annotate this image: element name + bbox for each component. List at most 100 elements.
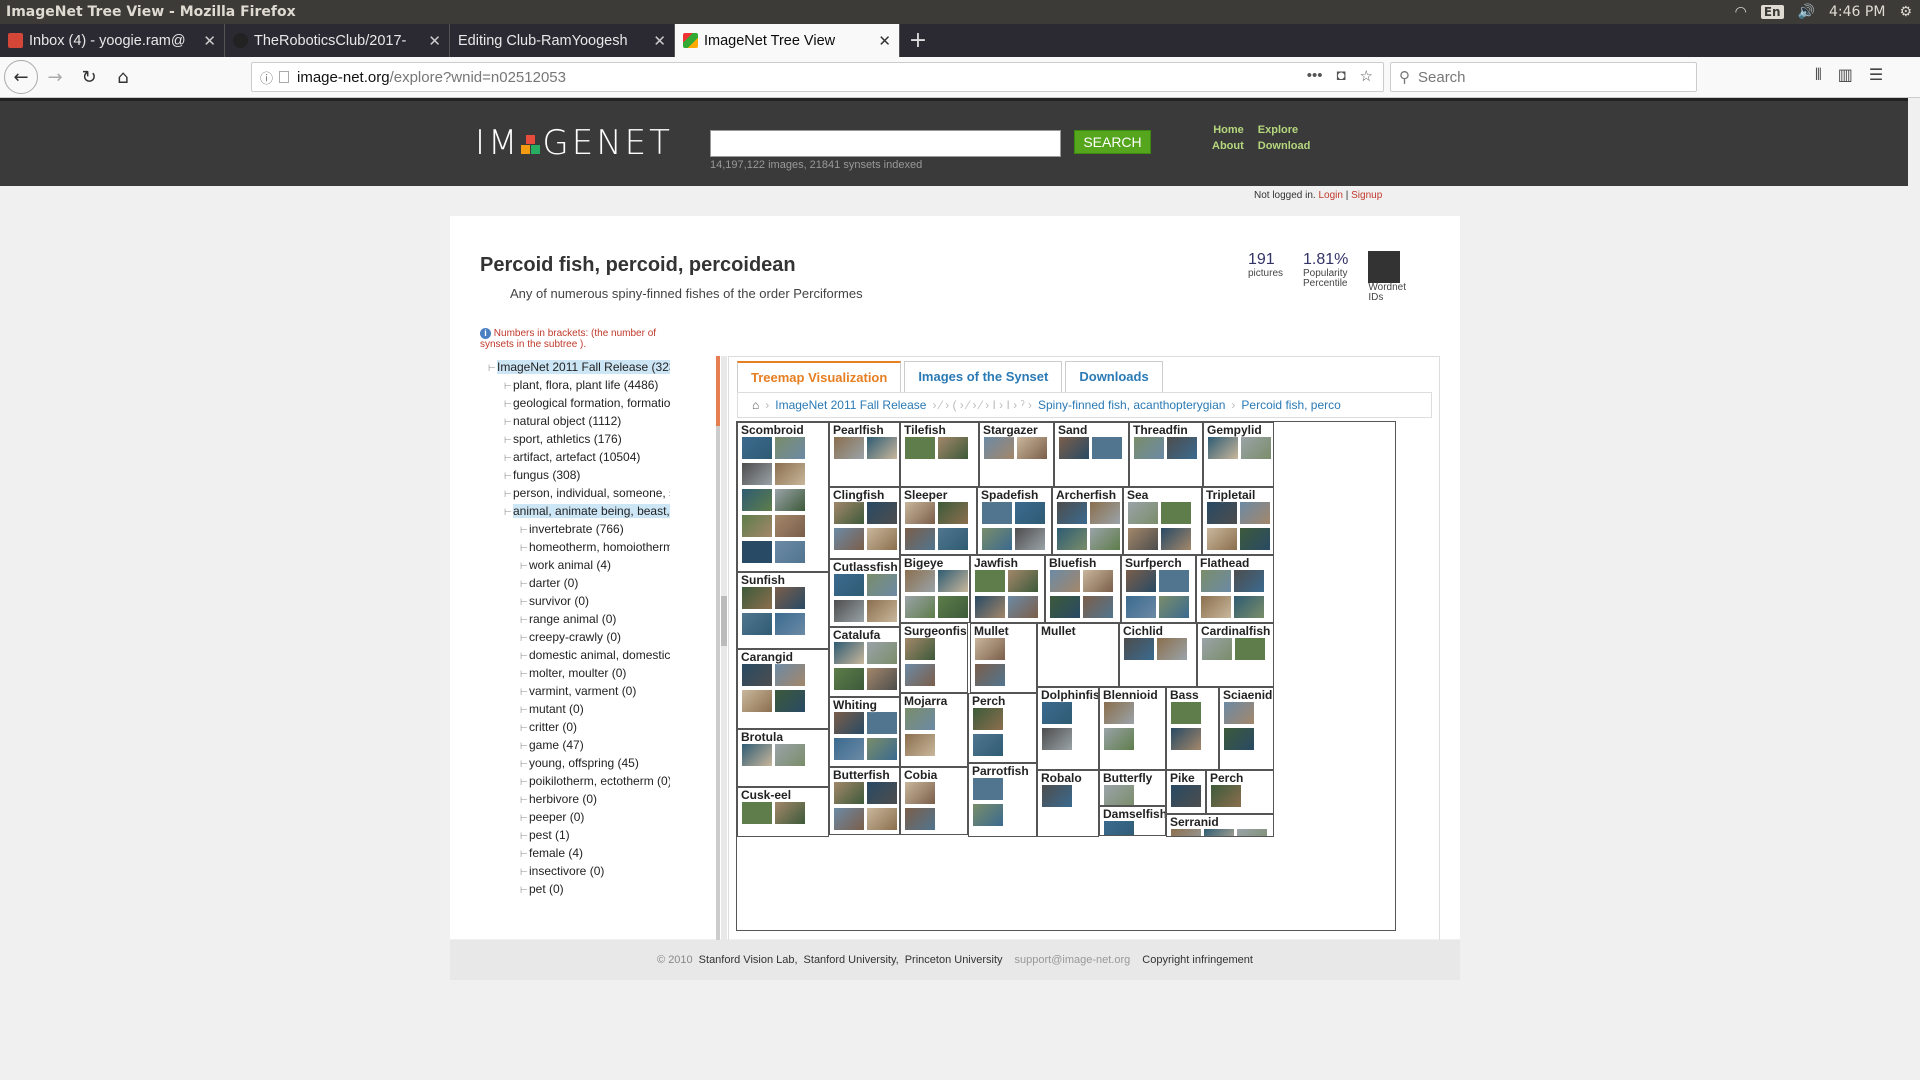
fish-thumbnail[interactable] (834, 502, 864, 524)
treemap-cell[interactable]: Serranid (1166, 814, 1274, 837)
url-bar[interactable]: ⓘ image-net.org/explore?wnid=n02512053 •… (251, 62, 1384, 92)
footer-princeton[interactable]: Princeton University (905, 954, 1003, 966)
fish-thumbnail[interactable] (1057, 502, 1087, 524)
fish-thumbnail[interactable] (775, 541, 805, 563)
signup-link[interactable]: Signup (1351, 190, 1382, 201)
tree-item[interactable]: ⊢darter (0) (480, 574, 670, 592)
fish-thumbnail[interactable] (975, 638, 1005, 660)
fish-thumbnail[interactable] (742, 587, 772, 609)
fish-thumbnail[interactable] (973, 778, 1003, 800)
fish-thumbnail[interactable] (867, 668, 897, 690)
footer-lab[interactable]: Stanford Vision Lab, (699, 954, 798, 966)
treemap-cell[interactable]: Perch (968, 693, 1037, 763)
tree-toggle-icon[interactable]: ⊢ (520, 881, 529, 899)
treemap-cell[interactable]: Mojarra (900, 693, 968, 767)
tree-toggle-icon[interactable]: ⊢ (504, 377, 513, 395)
fish-thumbnail[interactable] (1171, 728, 1201, 750)
fish-thumbnail[interactable] (1204, 829, 1234, 836)
volume-icon[interactable]: 🔊 (1798, 4, 1815, 20)
treemap-cell[interactable]: Mullet (970, 623, 1037, 693)
treemap-cell[interactable]: Clingfish (829, 487, 900, 559)
fish-thumbnail[interactable] (742, 515, 772, 537)
tree-item[interactable]: ⊢pest (1) (480, 826, 670, 844)
fish-thumbnail[interactable] (1240, 502, 1270, 524)
tree-toggle-icon[interactable]: ⊢ (520, 575, 529, 593)
treemap-cell[interactable]: Damselfish (1099, 806, 1166, 836)
fish-thumbnail[interactable] (1167, 437, 1197, 459)
fish-thumbnail[interactable] (973, 804, 1003, 826)
treemap-cell[interactable]: Surfperch (1121, 555, 1196, 623)
tree-item[interactable]: ⊢poikilotherm, ectotherm (0) (480, 772, 670, 790)
tab-downloads[interactable]: Downloads (1065, 361, 1163, 392)
fish-thumbnail[interactable] (982, 528, 1012, 550)
tree-toggle-icon[interactable]: ⊢ (520, 521, 529, 539)
fish-thumbnail[interactable] (834, 642, 864, 664)
footer-copyright[interactable]: Copyright infringement (1142, 954, 1253, 966)
fish-thumbnail[interactable] (1104, 785, 1134, 805)
tab-gmail[interactable]: Inbox (4) - yoogie.ram@ ✕ (0, 24, 225, 57)
fish-thumbnail[interactable] (905, 502, 935, 524)
treemap-cell[interactable]: Bluefish (1045, 555, 1121, 623)
tree-item[interactable]: ⊢varmint, varment (0) (480, 682, 670, 700)
fish-thumbnail[interactable] (1207, 502, 1237, 524)
fish-thumbnail[interactable] (905, 664, 935, 686)
tree-toggle-icon[interactable]: ⊢ (488, 359, 497, 377)
tree-item[interactable]: ⊢animal, animate being, beast, brute (480, 502, 670, 520)
fish-thumbnail[interactable] (834, 808, 864, 830)
fish-thumbnail[interactable] (1159, 570, 1189, 592)
treemap-cell[interactable]: Stargazer (979, 422, 1054, 487)
fish-thumbnail[interactable] (1104, 728, 1134, 750)
tree-item[interactable]: ⊢work animal (4) (480, 556, 670, 574)
treemap-cell[interactable]: Whiting (829, 697, 900, 767)
treemap-cell[interactable]: Tilefish (900, 422, 979, 487)
tree-item[interactable]: ⊢sport, athletics (176) (480, 430, 670, 448)
fish-thumbnail[interactable] (1083, 570, 1113, 592)
treemap-cell[interactable]: Gempylid (1203, 422, 1274, 487)
site-search-button[interactable]: SEARCH (1074, 130, 1151, 154)
fish-thumbnail[interactable] (1057, 528, 1087, 550)
tree-toggle-icon[interactable]: ⊢ (504, 485, 513, 503)
tree-item[interactable]: ⊢geological formation, formation (175 (480, 394, 670, 412)
treemap-cell[interactable]: Scombroid (737, 422, 829, 572)
fish-thumbnail[interactable] (1042, 728, 1072, 750)
tree-item[interactable]: ⊢artifact, artefact (10504) (480, 448, 670, 466)
tree-item[interactable]: ⊢invertebrate (766) (480, 520, 670, 538)
tree-item[interactable]: ⊢molter, moulter (0) (480, 664, 670, 682)
fish-thumbnail[interactable] (834, 738, 864, 760)
treemap-cell[interactable]: Flathead (1196, 555, 1274, 623)
fish-thumbnail[interactable] (742, 744, 772, 766)
tree-item[interactable]: ⊢ImageNet 2011 Fall Release (32326) (480, 358, 670, 376)
tree-toggle-icon[interactable]: ⊢ (520, 827, 529, 845)
tree-toggle-icon[interactable]: ⊢ (520, 683, 529, 701)
fish-thumbnail[interactable] (1050, 596, 1080, 618)
bookmark-star-icon[interactable]: ☆ (1360, 67, 1373, 85)
tree-toggle-icon[interactable]: ⊢ (520, 791, 529, 809)
tree-toggle-icon[interactable]: ⊢ (520, 647, 529, 665)
fish-thumbnail[interactable] (775, 489, 805, 511)
treemap-cell[interactable]: Sunfish (737, 572, 829, 649)
treemap-cell[interactable]: Tripletail (1202, 487, 1274, 555)
treemap-cell[interactable]: Carangid (737, 649, 829, 729)
treemap-cell[interactable]: Bass (1166, 687, 1219, 770)
fish-thumbnail[interactable] (742, 802, 772, 824)
fish-thumbnail[interactable] (867, 574, 897, 596)
fish-thumbnail[interactable] (938, 596, 968, 618)
pocket-icon[interactable]: ◘ (1336, 67, 1345, 85)
treemap-cell[interactable]: Perch (1206, 770, 1274, 814)
tree-item[interactable]: ⊢homeotherm, homoiotherm, hom (480, 538, 670, 556)
fish-thumbnail[interactable] (1224, 728, 1254, 750)
treemap-cell[interactable]: Jawfish (970, 555, 1045, 623)
nav-about[interactable]: About (1212, 140, 1244, 152)
fish-thumbnail[interactable] (1201, 596, 1231, 618)
treemap-cell[interactable]: Blennioid (1099, 687, 1166, 770)
fish-thumbnail[interactable] (867, 642, 897, 664)
fish-thumbnail[interactable] (1171, 785, 1201, 807)
close-tab-icon[interactable]: ✕ (653, 32, 666, 50)
close-tab-icon[interactable]: ✕ (878, 32, 891, 50)
tab-images[interactable]: Images of the Synset (904, 361, 1063, 392)
fish-thumbnail[interactable] (1235, 638, 1265, 660)
treemap-cell[interactable]: Sand (1054, 422, 1129, 487)
tree-item[interactable]: ⊢person, individual, someone, somet (480, 484, 670, 502)
fish-thumbnail[interactable] (1240, 528, 1270, 550)
fish-thumbnail[interactable] (905, 734, 935, 756)
